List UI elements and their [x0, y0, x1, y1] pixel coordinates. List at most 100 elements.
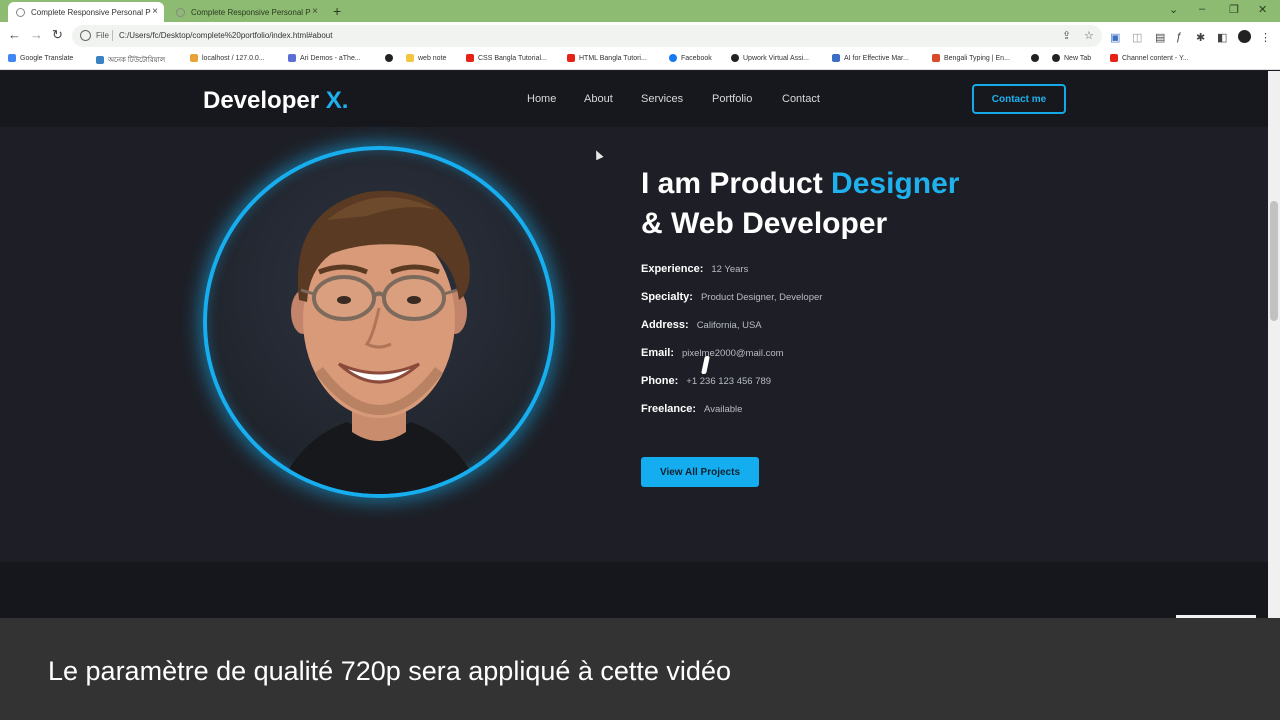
- globe-icon: [16, 7, 25, 17]
- site-logo[interactable]: Developer X.: [203, 87, 348, 115]
- bookmark-favicon-icon: [288, 54, 296, 62]
- nav-link-home[interactable]: Home: [527, 93, 556, 105]
- address-divider: [112, 30, 113, 41]
- window-close-icon[interactable]: ✕: [1258, 3, 1267, 16]
- info-row-email: Email: pixelme2000@mail.com: [641, 347, 784, 359]
- bookmark-label: Bengali Typing | En...: [944, 54, 1010, 62]
- headline-line-1: I am Product Designer: [641, 164, 959, 204]
- nav-link-portfolio[interactable]: Portfolio: [712, 93, 752, 105]
- globe-icon: [176, 7, 185, 17]
- address-url[interactable]: C:/Users/fc/Desktop/complete%20portfolio…: [119, 31, 332, 40]
- tab-title: Complete Responsive Personal P: [31, 7, 151, 17]
- bookmark-item[interactable]: Facebook: [669, 54, 712, 62]
- bookmark-item[interactable]: Upwork Virtual Assi...: [731, 54, 809, 62]
- bookmark-item[interactable]: CSS Bangla Tutorial...: [466, 54, 547, 62]
- next-section: [0, 562, 1268, 618]
- bookmark-item[interactable]: Ari Demos - aThe...: [288, 54, 361, 62]
- bookmark-favicon-icon: [669, 54, 677, 62]
- bookmark-favicon-icon: [1110, 54, 1118, 62]
- browser-tab-bar: Complete Responsive Personal P × Complet…: [0, 0, 1280, 22]
- address-bar[interactable]: File C:/Users/fc/Desktop/complete%20port…: [72, 25, 1102, 47]
- bookmark-item[interactable]: HTML Bangla Tutori...: [567, 54, 647, 62]
- bookmark-item[interactable]: Channel content - Y...: [1110, 54, 1189, 62]
- headline-prefix: I am Product: [641, 167, 823, 200]
- chevron-down-icon[interactable]: ⌄: [1169, 3, 1178, 16]
- bookmark-label: web note: [418, 54, 447, 62]
- extension-icon[interactable]: ◫: [1132, 31, 1142, 44]
- bookmark-favicon-icon: [466, 54, 474, 62]
- info-value: Product Designer, Developer: [700, 291, 823, 303]
- bookmark-item[interactable]: web note: [406, 54, 446, 62]
- reload-icon[interactable]: ↻: [52, 28, 63, 42]
- logo-text: Developer: [203, 87, 320, 114]
- bookmark-label: Channel content - Y...: [1122, 54, 1189, 62]
- info-icon[interactable]: [80, 30, 91, 41]
- bookmark-item[interactable]: [385, 54, 397, 62]
- headline-accent: Designer: [831, 167, 960, 200]
- profile-portrait: [203, 146, 555, 498]
- portrait-illustration: [277, 190, 481, 494]
- restore-icon[interactable]: ❐: [1229, 3, 1239, 16]
- translate-extension-icon[interactable]: ▣: [1110, 31, 1120, 44]
- video-quality-notice: Le paramètre de qualité 720p sera appliq…: [0, 618, 1280, 720]
- headline-line-2: & Web Developer: [641, 207, 888, 240]
- bookmark-item[interactable]: New Tab: [1052, 54, 1091, 62]
- bookmark-label: অনেক টিউটোরিয়াল: [108, 57, 166, 64]
- info-label: Experience:: [641, 263, 704, 275]
- star-icon[interactable]: ☆: [1084, 29, 1094, 42]
- share-icon[interactable]: ⇪: [1062, 29, 1071, 42]
- bookmark-item[interactable]: AI for Effective Mar...: [832, 54, 909, 62]
- contact-me-button[interactable]: Contact me: [972, 84, 1066, 114]
- info-value: Available: [704, 403, 743, 415]
- bookmark-label: Facebook: [681, 54, 712, 62]
- more-menu-icon[interactable]: ⋮: [1260, 31, 1271, 44]
- nav-link-contact[interactable]: Contact: [782, 93, 820, 105]
- info-label: Email:: [641, 347, 675, 359]
- bookmark-label: localhost / 127.0.0...: [202, 54, 265, 62]
- bookmark-item[interactable]: localhost / 127.0.0...: [190, 54, 265, 62]
- info-label: Freelance:: [641, 403, 697, 415]
- profile-avatar[interactable]: [1238, 30, 1251, 43]
- nav-link-services[interactable]: Services: [641, 93, 683, 105]
- bookmark-favicon-icon: [1052, 54, 1060, 62]
- browser-tab-active[interactable]: Complete Responsive Personal P ×: [8, 2, 164, 22]
- bookmark-favicon-icon: [8, 54, 16, 62]
- bookmarks-bar: Google Translate অনেক টিউটোরিয়াল localh…: [0, 50, 1280, 70]
- info-value: California, USA: [696, 319, 762, 331]
- bookmark-favicon-icon: [932, 54, 940, 62]
- puzzle-icon[interactable]: ✱: [1196, 31, 1205, 44]
- minimize-icon[interactable]: –: [1199, 3, 1205, 15]
- bookmark-label: Upwork Virtual Assi...: [743, 54, 810, 62]
- browser-tab[interactable]: Complete Responsive Personal P ×: [168, 2, 324, 22]
- bookmark-label: HTML Bangla Tutori...: [579, 54, 647, 62]
- info-row-freelance: Freelance: Available: [641, 403, 742, 415]
- bookmark-item[interactable]: অনেক টিউটোরিয়াল: [96, 54, 165, 66]
- site-navbar: Developer X. Home About Services Portfol…: [0, 71, 1268, 127]
- scrollbar-thumb[interactable]: [1270, 201, 1278, 321]
- bookmark-label: Ari Demos - aThe...: [300, 54, 361, 62]
- bookmark-item[interactable]: [1031, 54, 1043, 62]
- forward-icon[interactable]: →: [30, 28, 43, 42]
- bookmark-label: New Tab: [1064, 54, 1092, 62]
- info-row-specialty: Specialty: Product Designer, Developer: [641, 291, 822, 303]
- side-panel-icon[interactable]: ◧: [1217, 31, 1227, 44]
- info-row-address: Address: California, USA: [641, 319, 762, 331]
- info-value: 12 Years: [711, 263, 749, 275]
- bookmark-favicon-icon: [406, 54, 414, 62]
- page-scrollbar[interactable]: [1268, 71, 1280, 618]
- close-icon[interactable]: ×: [312, 7, 318, 17]
- back-icon[interactable]: ←: [8, 28, 21, 42]
- font-extension-icon[interactable]: ƒ: [1176, 31, 1182, 43]
- bookmark-favicon-icon: [832, 54, 840, 62]
- nav-link-about[interactable]: About: [584, 93, 613, 105]
- bookmark-item[interactable]: Google Translate: [8, 54, 73, 62]
- close-icon[interactable]: ×: [152, 7, 158, 17]
- bookmark-favicon-icon: [731, 54, 739, 62]
- new-tab-icon[interactable]: +: [333, 3, 341, 19]
- bookmark-label: Google Translate: [20, 54, 74, 62]
- bookmark-favicon-icon: [385, 54, 393, 62]
- info-row-experience: Experience: 12 Years: [641, 263, 748, 275]
- view-all-projects-button[interactable]: View All Projects: [641, 457, 759, 487]
- bookmark-item[interactable]: Bengali Typing | En...: [932, 54, 1010, 62]
- screenshot-extension-icon[interactable]: ▤: [1155, 31, 1165, 44]
